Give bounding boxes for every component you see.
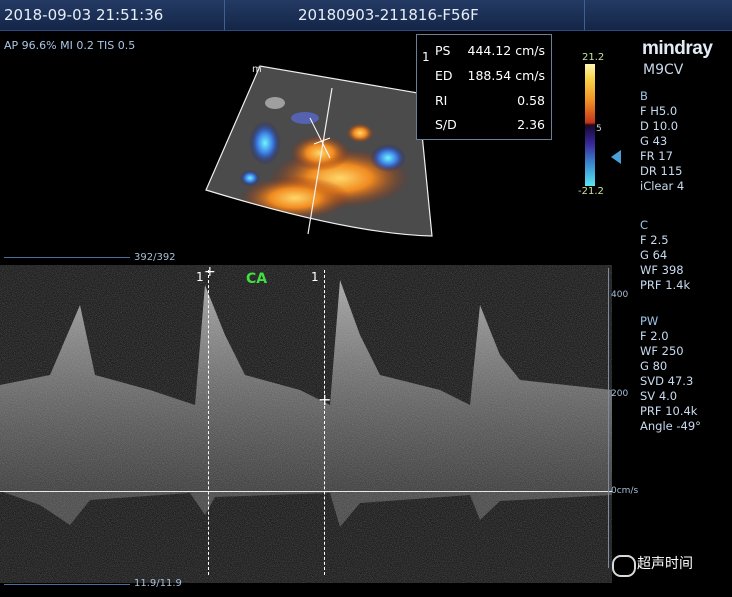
param: iClear 4 (640, 179, 685, 193)
param: G 64 (640, 248, 668, 262)
velocity-scale (608, 268, 609, 568)
color-scale-min: -21.2 (578, 186, 604, 197)
color-mode-title: C (640, 218, 649, 232)
param: WF 250 (640, 344, 684, 358)
watermark-text: 超声时间 (637, 556, 693, 572)
measurement-value: 2.36 (517, 117, 545, 132)
color-doppler-image: m (205, 64, 433, 237)
param: F 2.5 (640, 233, 669, 247)
patient-id: 20180903-211816-F56F (298, 6, 479, 24)
divider (224, 0, 225, 30)
measurement-index: 1 (422, 50, 430, 64)
param: SV 4.0 (640, 389, 678, 403)
frame-ruler-top (4, 257, 130, 258)
divider (584, 0, 585, 30)
measurement-row: RI 0.58 (435, 93, 545, 113)
measurement-row: S/D 2.36 (435, 117, 545, 137)
param: F H5.0 (640, 104, 678, 118)
doppler-spectrum (0, 265, 612, 583)
frame-counter-top: 392/392 (134, 252, 176, 263)
color-scale-mid: 5 (596, 124, 602, 134)
param: WF 398 (640, 263, 684, 277)
cursor-marker: 1 (196, 270, 204, 284)
cursor-line[interactable] (208, 270, 209, 575)
param: DR 115 (640, 164, 683, 178)
measurement-label: RI (435, 93, 448, 108)
frame-counter-bottom: 11.9/11.9 (134, 578, 182, 589)
param: PRF 10.4k (640, 404, 698, 418)
param: F 2.0 (640, 329, 669, 343)
measurement-value: 444.12 cm/s (467, 43, 545, 58)
baseline-arrow-icon[interactable] (611, 150, 621, 164)
measurement-label: PS (435, 43, 451, 58)
param: SVD 47.3 (640, 374, 694, 388)
vessel-label: CA (246, 271, 268, 287)
frame-ruler-bottom (4, 584, 130, 585)
measurement-panel: 1 PS 444.12 cm/s ED 188.54 cm/s RI 0.58 … (416, 34, 552, 140)
scale-tick: 400 (611, 290, 629, 300)
pw-mode-title: PW (640, 314, 659, 328)
color-scale-max: 21.2 (582, 52, 605, 63)
pw-mode-params: PW F 2.0 WF 250 G 80 SVD 47.3 SV 4.0 PRF… (640, 314, 701, 434)
cursor-line[interactable] (324, 270, 325, 575)
param: Angle -49° (640, 419, 701, 433)
crosshair-icon[interactable]: + (318, 390, 331, 409)
exam-datetime: 2018-09-03 21:51:36 (4, 6, 164, 24)
param: G 80 (640, 359, 668, 373)
measurement-label: ED (435, 68, 453, 83)
color-mode-params: C F 2.5 G 64 WF 398 PRF 1.4k (640, 218, 690, 293)
param: D 10.0 (640, 119, 679, 133)
measurement-label: S/D (435, 117, 457, 132)
color-velocity-bar (585, 64, 595, 186)
b-mode-title: B (640, 89, 648, 103)
probe-model: M9CV (643, 62, 684, 78)
param: FR 17 (640, 149, 673, 163)
measurement-value: 0.58 (517, 93, 545, 108)
svg-text:m: m (252, 64, 262, 75)
wechat-icon (612, 555, 636, 577)
cursor-marker: 1 (311, 270, 319, 284)
status-bar: 2018-09-03 21:51:36 20180903-211816-F56F (0, 0, 732, 31)
param: G 43 (640, 134, 668, 148)
acoustic-output: AP 96.6% MI 0.2 TIS 0.5 (4, 39, 136, 52)
measurement-value: 188.54 cm/s (467, 68, 545, 83)
crosshair-icon[interactable]: + (204, 264, 216, 280)
brand-logo: mindray (642, 38, 713, 59)
scale-tick: 0cm/s (611, 486, 639, 496)
spectrum-baseline (0, 491, 612, 492)
param: PRF 1.4k (640, 278, 691, 292)
measurement-row: ED 188.54 cm/s (435, 68, 545, 88)
scale-tick: 200 (611, 389, 629, 399)
b-mode-params: B F H5.0 D 10.0 G 43 FR 17 DR 115 iClear… (640, 89, 684, 194)
measurement-row: PS 444.12 cm/s (435, 43, 545, 63)
